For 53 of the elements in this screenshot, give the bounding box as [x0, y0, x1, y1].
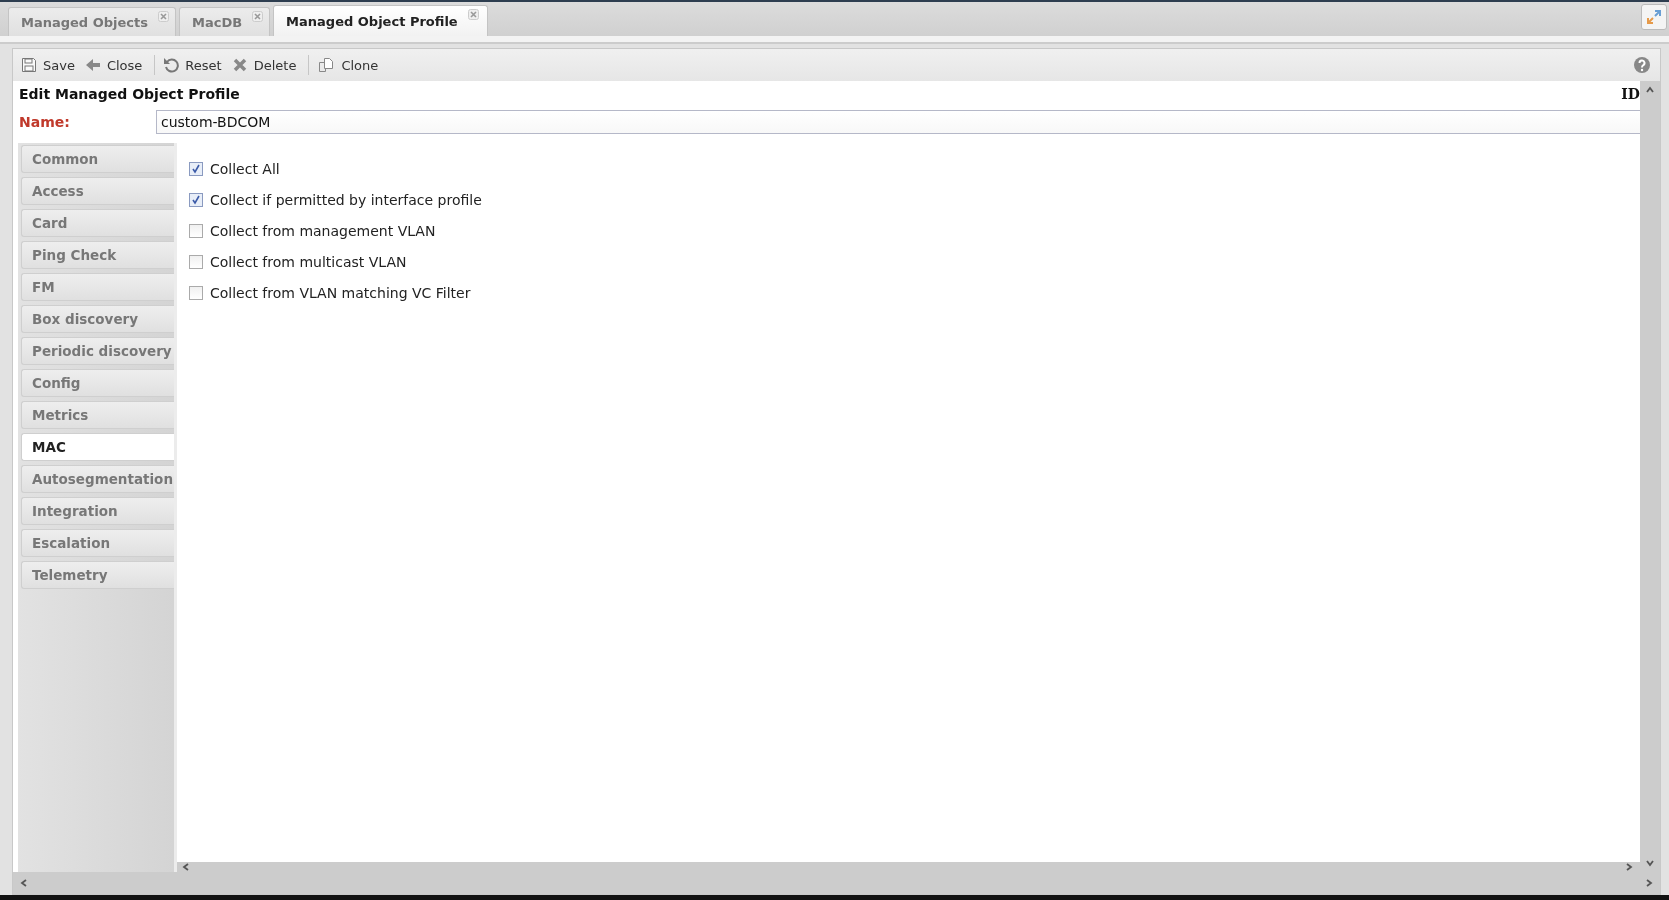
section-tab[interactable]: Box discovery — [21, 305, 174, 333]
delete-icon — [231, 57, 248, 73]
toolbar-button[interactable]: Reset — [161, 55, 228, 75]
form-title: Edit Managed Object Profile — [19, 86, 241, 102]
section-tab[interactable]: Autosegmentation — [21, 465, 174, 493]
checkbox[interactable] — [189, 162, 203, 176]
tab[interactable]: Managed Object Profile — [273, 5, 488, 36]
vertical-scrollbar[interactable] — [1640, 81, 1660, 872]
checkbox-label: Collect from multicast VLAN — [210, 254, 407, 270]
section-tab[interactable]: Card — [21, 209, 174, 237]
scroll-left-icon[interactable] — [181, 862, 191, 872]
section-tab[interactable]: Common — [21, 145, 174, 173]
section-tab[interactable]: Metrics — [21, 401, 174, 429]
tab[interactable]: Managed Objects — [8, 7, 176, 36]
checkbox[interactable] — [189, 224, 203, 238]
scroll-up-icon[interactable] — [1645, 85, 1655, 95]
name-field[interactable]: custom-BDCOM — [156, 110, 1640, 134]
save-icon — [21, 57, 37, 73]
undo-icon — [163, 57, 180, 73]
section-tab[interactable]: Config — [21, 369, 174, 397]
checkbox-label: Collect if permitted by interface profile — [210, 192, 482, 208]
section-tab[interactable]: Escalation — [21, 529, 174, 557]
scroll-left-icon[interactable] — [19, 878, 29, 888]
section-tab[interactable]: FM — [21, 273, 174, 301]
help-icon[interactable] — [1634, 57, 1650, 73]
checkbox[interactable] — [189, 193, 203, 207]
maximize-button[interactable] — [1641, 4, 1667, 30]
toolbar-button[interactable]: Close — [82, 55, 149, 75]
left-arrow-icon — [84, 57, 101, 73]
scroll-down-icon[interactable] — [1645, 858, 1655, 868]
toolbar-button[interactable]: Delete — [229, 55, 303, 75]
expand-icon — [1646, 9, 1662, 25]
section-tab[interactable]: Access — [21, 177, 174, 205]
section-tab[interactable]: Integration — [21, 497, 174, 525]
copy-icon — [317, 57, 336, 73]
checkbox-label: Collect from VLAN matching VC Filter — [210, 285, 471, 301]
close-icon[interactable] — [467, 9, 479, 20]
section-tab[interactable]: Telemetry — [21, 561, 174, 589]
horizontal-scrollbar[interactable] — [13, 872, 1660, 894]
tab[interactable]: MacDB — [179, 7, 271, 36]
close-icon[interactable] — [158, 11, 169, 22]
section-tab[interactable]: Ping Check — [21, 241, 174, 269]
checkbox-label: Collect from management VLAN — [210, 223, 436, 239]
id-label: ID — [1621, 86, 1640, 102]
name-label: Name: — [19, 114, 71, 130]
section-tab[interactable]: Periodic discovery — [21, 337, 174, 365]
toolbar-button[interactable]: Save — [19, 55, 81, 75]
section-tab[interactable]: MAC — [21, 433, 174, 461]
checkbox[interactable] — [189, 286, 203, 300]
toolbar-button[interactable]: Clone — [315, 55, 385, 75]
checkbox-label: Collect All — [210, 161, 280, 177]
checkbox[interactable] — [189, 255, 203, 269]
close-icon[interactable] — [252, 11, 264, 22]
